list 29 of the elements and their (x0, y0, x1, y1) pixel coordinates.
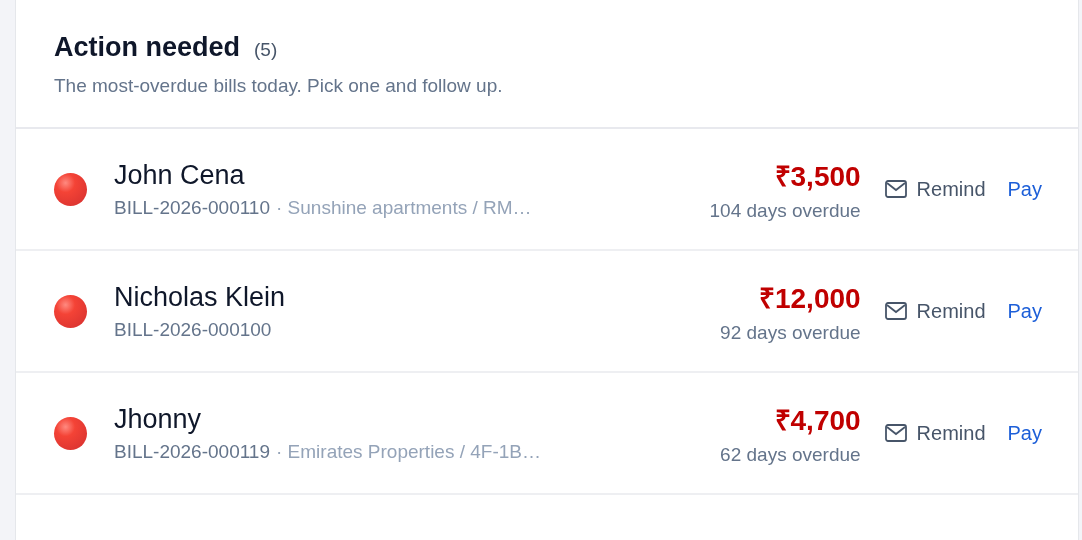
mail-icon (884, 302, 907, 320)
overdue-label: 104 days overdue (709, 200, 861, 222)
customer-name: Nicholas Klein (114, 281, 287, 313)
customer-name: John Cena (114, 159, 246, 191)
section-title: Action needed (54, 32, 241, 63)
overdue-label: 92 days overdue (720, 322, 861, 344)
bill-number: BILL-2026-000119 (114, 440, 270, 463)
remind-button[interactable]: Remind (884, 177, 986, 201)
item-count: (5) (254, 39, 278, 61)
status-dot (54, 172, 87, 206)
mail-icon (884, 424, 907, 442)
overdue-label: 62 days overdue (720, 444, 861, 466)
status-dot (54, 416, 87, 450)
amount-due: ₹4,700 (774, 404, 861, 438)
amount-due: ₹12,000 (758, 282, 861, 316)
pay-link[interactable]: Pay (1007, 299, 1042, 323)
property-label: · Emirates Properties / 4F-1B… (276, 440, 542, 463)
pay-link[interactable]: Pay (1007, 421, 1042, 445)
remind-button[interactable]: Remind (884, 421, 986, 445)
remind-button[interactable]: Remind (884, 299, 986, 323)
section-subtitle: The most-overdue bills today. Pick one and follow up. (54, 75, 504, 97)
property-label: · Sunshine apartments / RM… (276, 196, 532, 219)
customer-name: Jhonny (114, 403, 203, 435)
mail-icon (884, 180, 907, 198)
status-dot (54, 294, 87, 328)
pay-link[interactable]: Pay (1007, 177, 1042, 201)
bill-number: BILL-2026-000100 (114, 318, 272, 341)
amount-due: ₹3,500 (774, 160, 861, 194)
bill-number: BILL-2026-000110 (114, 196, 270, 219)
